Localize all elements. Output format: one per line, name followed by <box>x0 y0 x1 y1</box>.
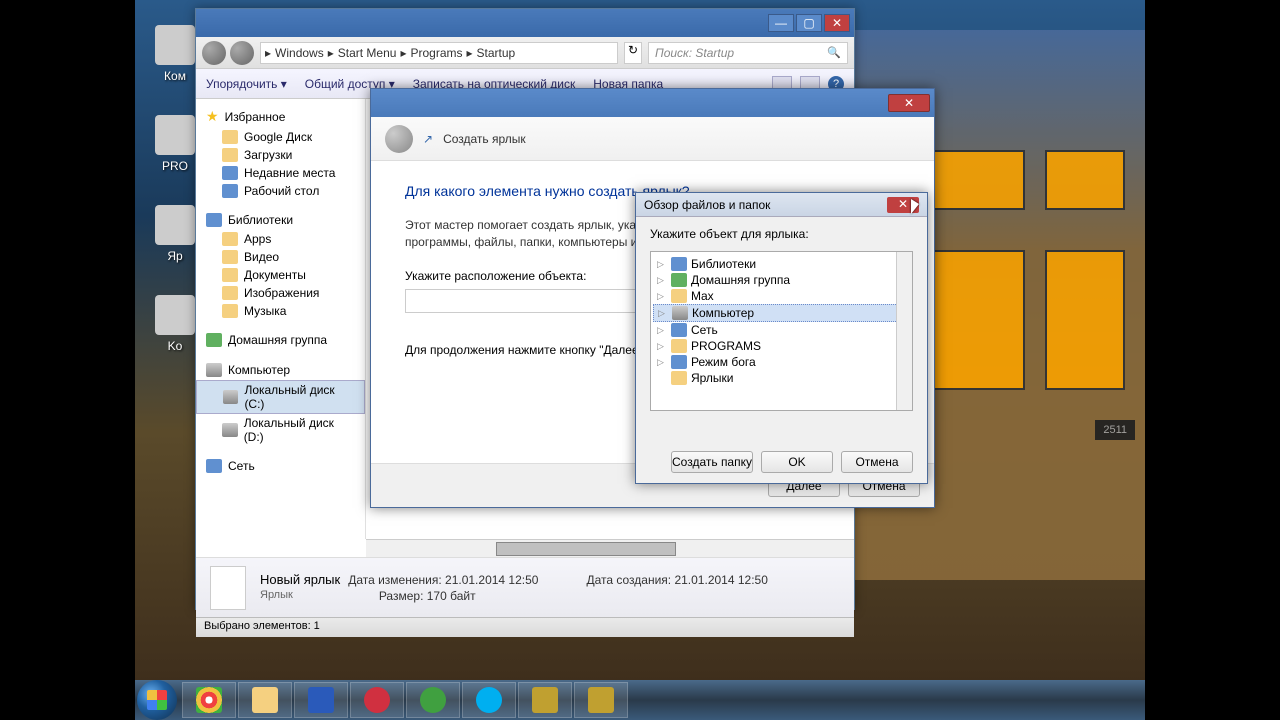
sidebar-drive-c[interactable]: Локальный диск (C:) <box>196 380 365 414</box>
horizontal-scrollbar[interactable] <box>366 539 854 557</box>
tree-item[interactable]: ▷Max <box>653 288 910 304</box>
taskbar-explorer[interactable] <box>238 682 292 718</box>
browse-label: Укажите объект для ярлыка: <box>636 217 927 247</box>
browse-title: Обзор файлов и папок <box>644 198 887 212</box>
cursor-icon <box>905 199 917 215</box>
taskbar <box>135 680 1145 720</box>
sidebar-item[interactable]: Изображения <box>196 284 365 302</box>
sidebar-homegroup[interactable]: Домашняя группа <box>196 330 365 350</box>
sidebar-item[interactable]: Документы <box>196 266 365 284</box>
tree-item[interactable]: ▷PROGRAMS <box>653 338 910 354</box>
forward-button[interactable] <box>230 41 254 65</box>
taskbar-app[interactable] <box>574 682 628 718</box>
wizard-back-button[interactable] <box>385 125 413 153</box>
tree-item[interactable]: ▷Сеть <box>653 322 910 338</box>
explorer-sidebar: ★Избранное Google Диск Загрузки Недавние… <box>196 99 366 539</box>
details-pane: Новый ярлык Дата изменения: 21.01.2014 1… <box>196 557 854 617</box>
sidebar-drive-d[interactable]: Локальный диск (D:) <box>196 414 365 446</box>
tree-item[interactable]: ▷Режим бога <box>653 354 910 370</box>
sidebar-item[interactable]: Недавние места <box>196 164 365 182</box>
browse-dialog: Обзор файлов и папок ✕ Укажите объект дл… <box>635 192 928 484</box>
wizard-close-button[interactable]: ✕ <box>888 94 930 112</box>
taskbar-chrome[interactable] <box>182 682 236 718</box>
tree-scrollbar[interactable] <box>896 252 912 410</box>
search-input[interactable]: Поиск: Startup <box>648 42 848 64</box>
tree-item[interactable]: ▷Библиотеки <box>653 256 910 272</box>
explorer-titlebar[interactable]: — ▢ ✕ <box>196 9 854 37</box>
refresh-button[interactable]: ↻ <box>624 42 642 64</box>
browse-ok-button[interactable]: OK <box>761 451 833 473</box>
sidebar-item[interactable]: Музыка <box>196 302 365 320</box>
wizard-breadcrumb-icon: ↗ <box>423 132 433 146</box>
tree-item[interactable]: ▷Домашняя группа <box>653 272 910 288</box>
taskbar-utorrent[interactable] <box>406 682 460 718</box>
file-icon <box>210 566 246 610</box>
sidebar-computer-header[interactable]: Компьютер <box>196 360 365 380</box>
file-name: Новый ярлык <box>260 572 340 587</box>
explorer-navbar: ▸ Windows▸ Start Menu▸ Programs▸ Startup… <box>196 37 854 69</box>
taskbar-opera[interactable] <box>350 682 404 718</box>
wizard-title: Создать ярлык <box>443 132 526 146</box>
sidebar-item[interactable]: Рабочий стол <box>196 182 365 200</box>
browse-tree[interactable]: ▷Библиотеки ▷Домашняя группа ▷Max ▷Компь… <box>650 251 913 411</box>
taskbar-app[interactable] <box>518 682 572 718</box>
organize-menu[interactable]: Упорядочить ▾ <box>206 77 287 91</box>
tree-item-selected[interactable]: ▷Компьютер <box>653 304 910 322</box>
sidebar-item[interactable]: Видео <box>196 248 365 266</box>
sidebar-item[interactable]: Apps <box>196 230 365 248</box>
start-button[interactable] <box>137 680 177 720</box>
browse-titlebar[interactable]: Обзор файлов и папок ✕ <box>636 193 927 217</box>
maximize-button[interactable]: ▢ <box>796 14 822 32</box>
sidebar-libraries-header[interactable]: Библиотеки <box>196 210 365 230</box>
sidebar-item[interactable]: Загрузки <box>196 146 365 164</box>
back-button[interactable] <box>202 41 226 65</box>
file-type: Ярлык <box>260 589 293 603</box>
taskbar-word[interactable] <box>294 682 348 718</box>
tree-item[interactable]: Ярлыки <box>653 370 910 386</box>
sidebar-network[interactable]: Сеть <box>196 456 365 476</box>
house-number: 2511 <box>1095 420 1135 440</box>
browse-close-button[interactable]: ✕ <box>887 197 919 213</box>
browse-cancel-button[interactable]: Отмена <box>841 451 913 473</box>
browse-newfolder-button[interactable]: Создать папку <box>671 451 753 473</box>
sidebar-favorites-header[interactable]: ★Избранное <box>196 105 365 128</box>
breadcrumb[interactable]: ▸ Windows▸ Start Menu▸ Programs▸ Startup <box>260 42 618 64</box>
taskbar-skype[interactable] <box>462 682 516 718</box>
wizard-titlebar[interactable]: ✕ <box>371 89 934 117</box>
close-button[interactable]: ✕ <box>824 14 850 32</box>
minimize-button[interactable]: — <box>768 14 794 32</box>
sidebar-item[interactable]: Google Диск <box>196 128 365 146</box>
statusbar: Выбрано элементов: 1 <box>196 617 854 637</box>
